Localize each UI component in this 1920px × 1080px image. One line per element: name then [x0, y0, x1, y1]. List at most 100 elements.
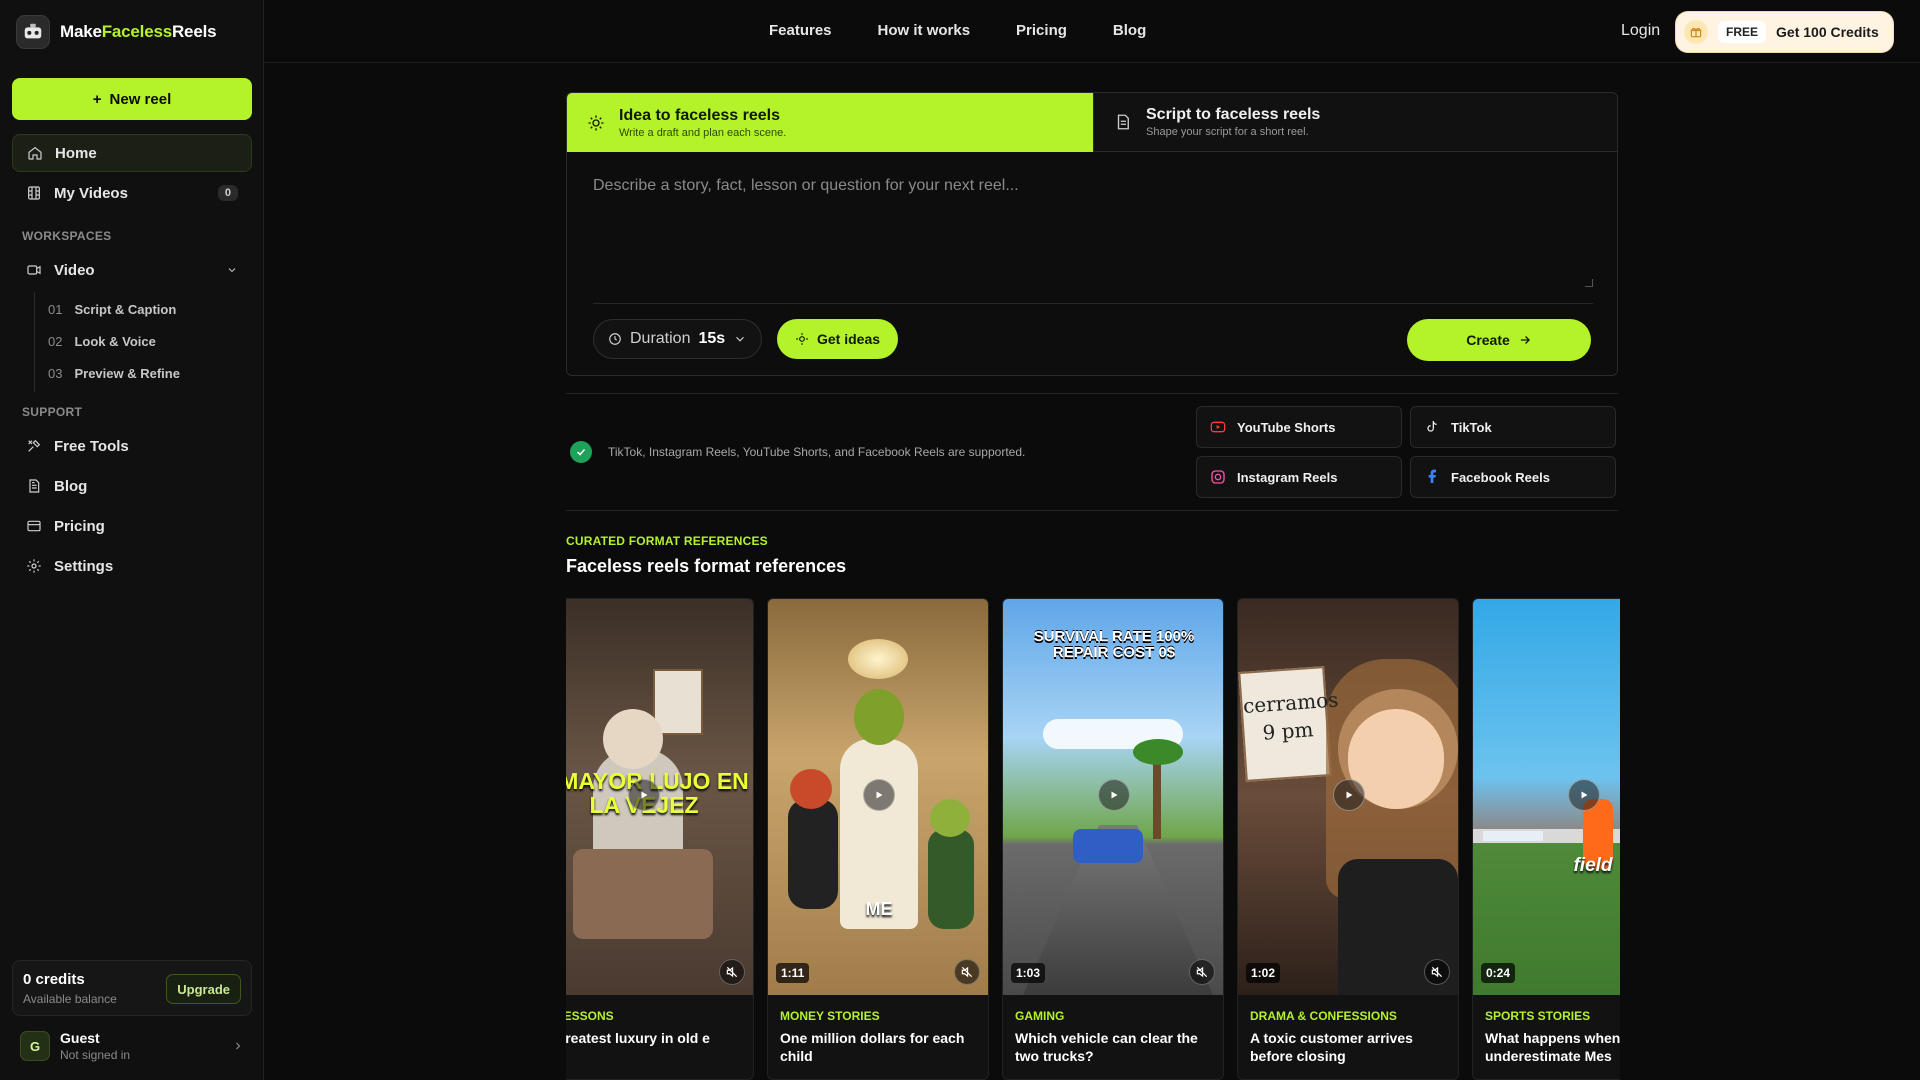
speaker-muted-icon: [726, 966, 738, 978]
instagram-icon: [1209, 468, 1227, 486]
create-button[interactable]: Create: [1407, 319, 1591, 361]
videos-count-badge: 0: [217, 185, 238, 201]
sidebar-item-settings[interactable]: Settings: [12, 547, 252, 585]
tools-icon: [28, 439, 41, 452]
tab-script-to-reels[interactable]: Script to faceless reels Shape your scri…: [1093, 93, 1617, 152]
duration-value: 15s: [698, 330, 726, 347]
credits-balance: 0 credits: [23, 971, 85, 988]
mute-button[interactable]: [954, 959, 980, 985]
gear-icon: [27, 559, 41, 573]
thumbnail-caption: SURVIVAL RATE 100% REPAIR COST 0$: [1033, 628, 1195, 661]
user-menu[interactable]: G Guest Not signed in: [12, 1024, 252, 1068]
tab-script-subtitle: Shape your script for a short reel.: [1146, 126, 1309, 138]
video-duration: 1:02: [1246, 963, 1281, 983]
mute-button[interactable]: [1189, 959, 1215, 985]
speaker-muted-icon: [1431, 966, 1443, 978]
nav-link-how-it-works[interactable]: How it works: [878, 22, 971, 39]
youtube-icon: [1209, 418, 1227, 436]
video-duration: 0:24: [1481, 963, 1516, 983]
platform-youtube-shorts[interactable]: YouTube Shorts: [1196, 406, 1402, 448]
reference-card[interactable]: cerramos 9 pm 1:02 DRAMA & CONFESSIONS A…: [1237, 598, 1459, 1080]
video-thumbnail: L MAYOR LUJO EN LA VEJEZ: [566, 599, 753, 995]
credit-card-icon: [27, 520, 41, 532]
card-title: A toxic customer arrives before closing: [1250, 1030, 1413, 1064]
mute-button[interactable]: [719, 959, 745, 985]
mute-button[interactable]: [1424, 959, 1450, 985]
card-category: GAMING: [1015, 1009, 1065, 1023]
upgrade-button[interactable]: Upgrade: [166, 974, 241, 1004]
resize-handle[interactable]: [1585, 279, 1593, 287]
play-button[interactable]: [1568, 779, 1600, 811]
credits-caption: Available balance: [23, 992, 117, 1006]
card-title: e greatest luxury in old e: [566, 1030, 710, 1046]
workspaces-label: WORKSPACES: [22, 229, 112, 243]
speaker-muted-icon: [1196, 966, 1208, 978]
references-carousel[interactable]: L MAYOR LUJO EN LA VEJEZ 3 E LESSONS e g…: [566, 598, 1620, 1080]
tab-idea-subtitle: Write a draft and plan each scene.: [619, 126, 787, 139]
platform-instagram-reels[interactable]: Instagram Reels: [1196, 456, 1402, 498]
platform-tiktok[interactable]: TikTok: [1410, 406, 1616, 448]
lightbulb-icon: [588, 115, 604, 130]
logo-icon: [16, 15, 50, 49]
references-eyebrow: CURATED FORMAT REFERENCES: [566, 534, 768, 548]
check-circle-icon: [570, 441, 592, 463]
prompt-textarea[interactable]: Describe a story, fact, lesson or questi…: [593, 177, 1019, 195]
platform-facebook-reels[interactable]: Facebook Reels: [1410, 456, 1616, 498]
reference-card[interactable]: field 0:24 SPORTS STORIES What happens w…: [1472, 598, 1620, 1080]
sidebar-item-my-videos[interactable]: My Videos 0: [12, 174, 252, 212]
thumbnail-caption: field: [1573, 855, 1613, 876]
new-reel-button[interactable]: + New reel: [12, 78, 252, 120]
step-preview-refine[interactable]: 03 Preview & Refine: [48, 366, 180, 381]
play-button[interactable]: [863, 779, 895, 811]
user-name: Guest: [60, 1030, 100, 1046]
tab-idea-to-reels[interactable]: Idea to faceless reels Write a draft and…: [567, 93, 1093, 152]
facebook-icon: [1423, 468, 1441, 486]
references-title: Faceless reels format references: [566, 556, 847, 576]
card-category: MONEY STORIES: [780, 1009, 880, 1023]
brand-logo[interactable]: MakeFacelessReels: [16, 14, 217, 50]
gift-icon: [1684, 20, 1708, 44]
nav-link-features[interactable]: Features: [769, 22, 832, 39]
play-button[interactable]: [1333, 779, 1365, 811]
duration-select[interactable]: Duration 15s: [593, 319, 763, 359]
section-divider: [566, 510, 1618, 511]
get-credits-button[interactable]: FREE Get 100 Credits: [1676, 12, 1893, 52]
reference-card[interactable]: L MAYOR LUJO EN LA VEJEZ 3 E LESSONS e g…: [566, 598, 754, 1080]
step-script-caption[interactable]: 01 Script & Caption: [48, 302, 176, 317]
thumbnail-caption: ME: [865, 899, 893, 919]
video-duration: 1:11: [776, 963, 810, 983]
user-info: Guest Not signed in: [60, 1030, 130, 1062]
sidebar-item-pricing[interactable]: Pricing: [12, 507, 252, 545]
get-ideas-button[interactable]: Get ideas: [777, 319, 899, 359]
tiktok-icon: [1423, 418, 1441, 436]
card-title: One million dollars for each child: [780, 1030, 965, 1064]
chevron-right-icon: [236, 1042, 241, 1050]
nav-link-blog[interactable]: Blog: [1113, 22, 1146, 39]
app-root: MakeFacelessReels + New reel Home My Vid…: [0, 0, 1920, 1080]
clock-icon: [609, 333, 621, 345]
card-title: Which vehicle can clear the two trucks?: [1015, 1030, 1198, 1064]
plus-icon: +: [92, 90, 102, 108]
sidebar-item-home[interactable]: Home: [12, 134, 252, 172]
avatar: G: [20, 1031, 50, 1061]
card-category: DRAMA & CONFESSIONS: [1250, 1009, 1397, 1023]
sidebar-item-blog[interactable]: Blog: [12, 467, 252, 505]
script-document-icon: [1117, 114, 1129, 130]
nav-link-pricing[interactable]: Pricing: [1016, 22, 1067, 39]
card-category: SPORTS STORIES: [1485, 1009, 1591, 1023]
reference-card[interactable]: SURVIVAL RATE 100% REPAIR COST 0$ 1:03 G…: [1002, 598, 1224, 1080]
sidebar-item-video[interactable]: Video: [12, 251, 252, 289]
login-link[interactable]: Login: [1621, 22, 1660, 40]
sidebar-item-free-tools[interactable]: Free Tools: [12, 427, 252, 465]
play-button[interactable]: [628, 779, 660, 811]
play-button[interactable]: [1098, 779, 1130, 811]
reference-card[interactable]: ME 1:11 MONEY STORIES One million dollar…: [767, 598, 989, 1080]
card-title: What happens when underestimate Mes: [1485, 1030, 1620, 1064]
free-badge: FREE: [1718, 21, 1767, 43]
step-look-voice[interactable]: 02 Look & Voice: [48, 334, 156, 349]
top-nav: Features How it works Pricing Blog Login…: [264, 0, 1920, 63]
card-category: E LESSONS: [566, 1009, 614, 1023]
lightbulb-icon: [796, 333, 808, 345]
video-duration: 1:03: [1011, 963, 1046, 983]
credits-cta-label: Get 100 Credits: [1776, 24, 1879, 40]
